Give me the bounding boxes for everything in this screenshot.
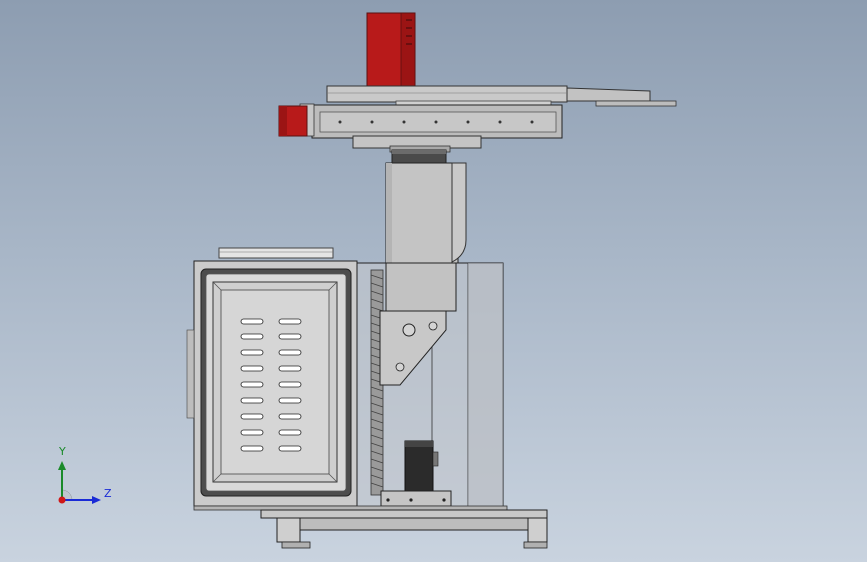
model-view[interactable]: Y Z [0,0,867,562]
stage-servo-motor[interactable] [278,105,308,137]
cad-viewport[interactable]: Y Z [0,0,867,562]
x-axis-dot [58,496,66,504]
z-axis-label: Z [104,487,112,500]
motor-bracket[interactable] [380,490,452,507]
z-axis-arrowhead [92,496,101,504]
column-lower-block[interactable] [385,262,457,312]
machine-base[interactable] [193,505,548,549]
vertical-column[interactable] [385,162,467,264]
coordinate-triad: Y Z [58,445,112,504]
horizontal-linear-stage[interactable] [299,103,563,139]
y-axis-arrowhead [58,461,66,470]
cabinet-door[interactable] [200,268,352,497]
bottom-stepper-motor[interactable] [404,440,439,492]
rotary-joint[interactable] [391,149,447,165]
y-axis-label: Y [58,445,66,458]
top-servo-motor[interactable] [366,12,416,89]
